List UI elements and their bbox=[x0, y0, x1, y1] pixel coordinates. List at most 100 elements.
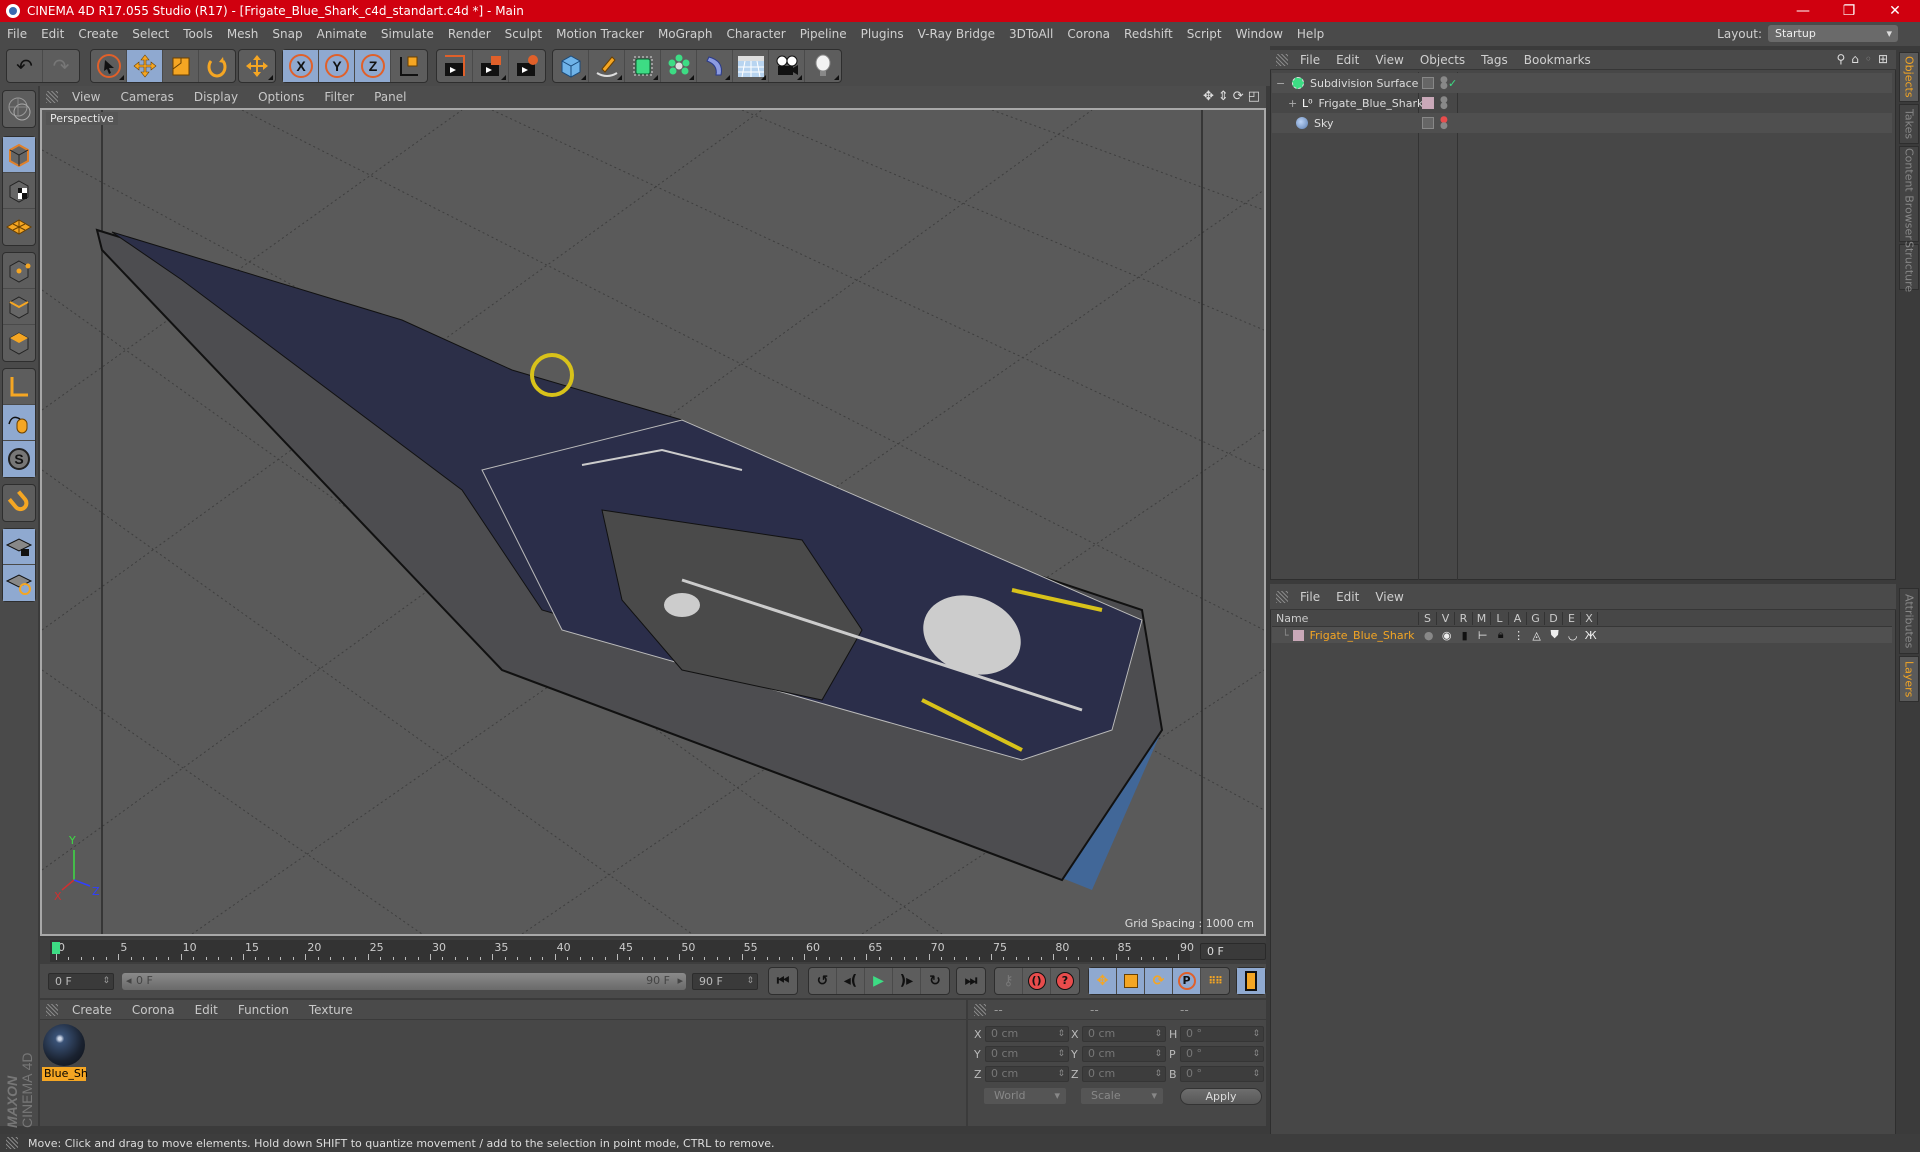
next-key-button[interactable]: ↻ bbox=[921, 968, 949, 994]
apply-button[interactable]: Apply bbox=[1180, 1088, 1262, 1105]
layer-solo-icon[interactable]: ● bbox=[1420, 629, 1438, 642]
menu-plugins[interactable]: Plugins bbox=[854, 27, 911, 41]
visibility-dots-icon[interactable]: ● ● bbox=[1440, 116, 1448, 131]
next-frame-button[interactable]: )▸ bbox=[893, 968, 921, 994]
current-frame-field[interactable]: 0 F bbox=[1200, 943, 1266, 960]
object-menu-edit[interactable]: Edit bbox=[1328, 53, 1367, 67]
key-parameter-button[interactable]: P bbox=[1173, 968, 1201, 994]
tab-content-browser[interactable]: Content Browser bbox=[1899, 146, 1919, 242]
go-to-end-button[interactable]: ⏭ bbox=[957, 968, 985, 994]
material-menu-texture[interactable]: Texture bbox=[299, 1003, 363, 1017]
home-icon[interactable]: ⌂ bbox=[1851, 52, 1859, 66]
move-button[interactable] bbox=[127, 50, 163, 82]
tab-layers[interactable]: Layers bbox=[1899, 656, 1919, 702]
polygons-mode-button[interactable] bbox=[3, 325, 35, 361]
visibility-dots-icon[interactable]: ● ● bbox=[1440, 96, 1448, 111]
layer-xref-icon[interactable]: Ж bbox=[1582, 629, 1600, 642]
viewport-menu-display[interactable]: Display bbox=[184, 90, 248, 104]
viewport-menu-options[interactable]: Options bbox=[248, 90, 314, 104]
panel-grip-icon[interactable] bbox=[46, 91, 58, 103]
size-z-field[interactable]: 0 cm bbox=[1082, 1066, 1166, 1082]
coordinate-space-dropdown[interactable]: World bbox=[984, 1088, 1066, 1104]
layer-menu-view[interactable]: View bbox=[1367, 590, 1411, 604]
new-window-icon[interactable]: ⊞ bbox=[1878, 52, 1888, 66]
panel-grip-icon[interactable] bbox=[46, 1003, 58, 1016]
range-left-arrow-icon[interactable]: ◂ bbox=[126, 974, 132, 987]
autokey-button[interactable]: () bbox=[1023, 968, 1051, 994]
3d-viewport[interactable]: Y X Z Perspective Grid Spacing : 1000 cm bbox=[40, 108, 1266, 936]
render-settings-button[interactable] bbox=[509, 50, 545, 82]
layer-color-icon[interactable] bbox=[1422, 97, 1434, 109]
menu-motion-tracker[interactable]: Motion Tracker bbox=[549, 27, 651, 41]
menu-mesh[interactable]: Mesh bbox=[220, 27, 266, 41]
object-menu-objects[interactable]: Objects bbox=[1412, 53, 1473, 67]
undo-button[interactable]: ↶ bbox=[7, 50, 43, 82]
light-button[interactable] bbox=[805, 50, 841, 82]
pos-z-field[interactable]: 0 cm bbox=[985, 1066, 1069, 1082]
end-frame-field[interactable]: 90 F bbox=[692, 973, 758, 990]
col-expressions[interactable]: E bbox=[1562, 612, 1580, 625]
layer-row[interactable]: └ Frigate_Blue_Shark ● ◉ ▮ ⊢ 🔒︎ ⋮ ◬ ⛊ ◡ … bbox=[1272, 627, 1892, 643]
maximize-view-icon[interactable]: ◰ bbox=[1248, 89, 1260, 104]
texture-mode-button[interactable] bbox=[3, 173, 35, 209]
menu-file[interactable]: File bbox=[0, 27, 34, 41]
floor-button[interactable] bbox=[733, 50, 769, 82]
material-menu-corona[interactable]: Corona bbox=[122, 1003, 185, 1017]
rotate-view-icon[interactable]: ⟳ bbox=[1233, 89, 1244, 104]
cube-button[interactable] bbox=[553, 50, 589, 82]
col-locked[interactable]: L bbox=[1490, 612, 1508, 625]
points-mode-button[interactable] bbox=[3, 253, 35, 289]
pos-x-field[interactable]: 0 cm bbox=[985, 1026, 1069, 1042]
menu-help[interactable]: Help bbox=[1290, 27, 1331, 41]
live-selection-button[interactable] bbox=[91, 50, 127, 82]
rot-p-field[interactable]: 0 ° bbox=[1180, 1046, 1264, 1062]
layer-expressions-icon[interactable]: ◡ bbox=[1564, 629, 1582, 642]
redo-button[interactable]: ↷ bbox=[43, 50, 79, 82]
lock-workplane-button[interactable] bbox=[3, 529, 35, 565]
menu-vray-bridge[interactable]: V-Ray Bridge bbox=[911, 27, 1002, 41]
panel-grip-icon[interactable] bbox=[6, 1137, 18, 1149]
subdivision-surface-button[interactable] bbox=[625, 50, 661, 82]
object-row[interactable]: − Subdivision Surface ● ● ✓ bbox=[1272, 73, 1892, 93]
keyframe-selection-button[interactable]: ? bbox=[1051, 968, 1079, 994]
viewport-menu-cameras[interactable]: Cameras bbox=[110, 90, 183, 104]
expand-icon[interactable]: + bbox=[1288, 97, 1300, 110]
col-solo[interactable]: S bbox=[1418, 612, 1436, 625]
tab-attributes[interactable]: Attributes bbox=[1899, 588, 1919, 654]
mograph-cloner-button[interactable] bbox=[661, 50, 697, 82]
tab-objects[interactable]: Objects bbox=[1899, 52, 1919, 102]
menu-3dtoall[interactable]: 3DToAll bbox=[1002, 27, 1060, 41]
col-name[interactable]: Name bbox=[1272, 612, 1418, 625]
layer-deformers-icon[interactable]: ⛊ bbox=[1546, 628, 1564, 642]
menu-mograph[interactable]: MoGraph bbox=[651, 27, 720, 41]
menu-create[interactable]: Create bbox=[71, 27, 125, 41]
col-manager[interactable]: M bbox=[1472, 612, 1490, 625]
menu-corona[interactable]: Corona bbox=[1060, 27, 1117, 41]
display-tag-icon[interactable] bbox=[1422, 77, 1434, 89]
size-y-field[interactable]: 0 cm bbox=[1082, 1046, 1166, 1062]
search-icon[interactable]: ⚲ bbox=[1836, 52, 1845, 66]
render-picture-viewer-button[interactable] bbox=[473, 50, 509, 82]
previous-key-button[interactable]: ↺ bbox=[809, 968, 837, 994]
menu-render[interactable]: Render bbox=[441, 27, 498, 41]
viewport-menu-view[interactable]: View bbox=[62, 90, 110, 104]
pos-y-field[interactable]: 0 cm bbox=[985, 1046, 1069, 1062]
object-row[interactable]: + L⁰ Frigate_Blue_Shark ● ● bbox=[1272, 93, 1892, 113]
record-disabled-button[interactable]: ⚷ bbox=[995, 968, 1023, 994]
col-xref[interactable]: X bbox=[1580, 612, 1598, 625]
object-row[interactable]: Sky ● ● bbox=[1272, 113, 1892, 133]
pan-view-icon[interactable]: ✥ bbox=[1203, 89, 1214, 104]
restore-button[interactable]: ❐ bbox=[1826, 0, 1872, 22]
model-mode-button[interactable] bbox=[3, 137, 35, 173]
rotate-button[interactable] bbox=[199, 50, 235, 82]
panel-grip-icon[interactable] bbox=[1276, 590, 1288, 603]
render-view-button[interactable] bbox=[437, 50, 473, 82]
visibility-dots-icon[interactable]: ● ● bbox=[1440, 76, 1448, 91]
menu-tools[interactable]: Tools bbox=[176, 27, 220, 41]
object-menu-file[interactable]: File bbox=[1292, 53, 1328, 67]
menu-redshift[interactable]: Redshift bbox=[1117, 27, 1180, 41]
col-animation[interactable]: A bbox=[1508, 612, 1526, 625]
axis-mode-button[interactable] bbox=[3, 369, 35, 405]
coordinate-system-button[interactable] bbox=[391, 50, 427, 82]
menu-edit[interactable]: Edit bbox=[34, 27, 71, 41]
